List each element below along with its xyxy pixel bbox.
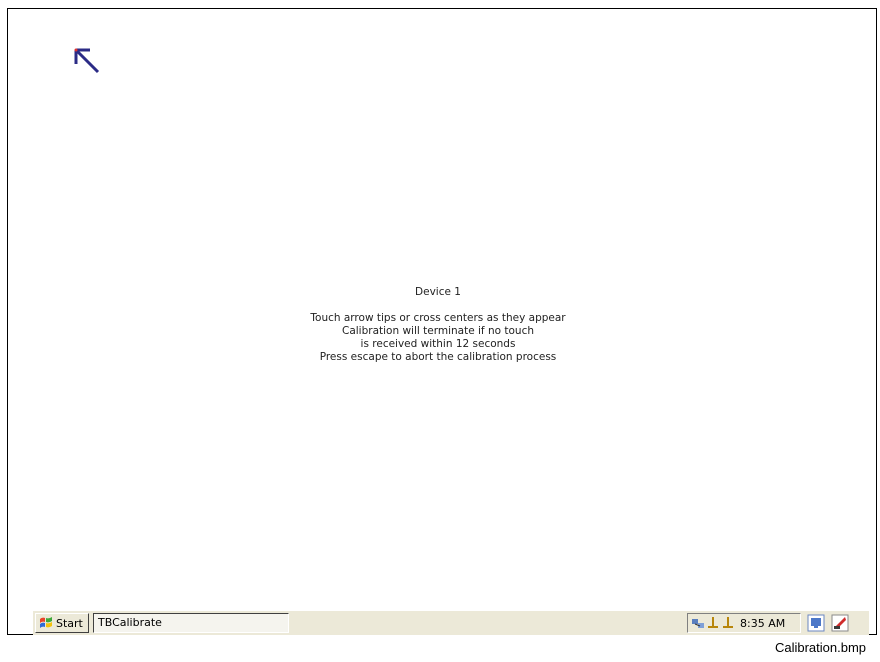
- desktop-icon[interactable]: [807, 614, 825, 632]
- system-tray: 8:35 AM: [687, 613, 801, 633]
- usb-icon[interactable]: [721, 616, 735, 630]
- calibration-arrow-icon[interactable]: [72, 46, 104, 78]
- start-label: Start: [56, 616, 83, 630]
- taskbar: Start TBCalibrate 8:35 AM: [33, 610, 869, 635]
- calibration-screen[interactable]: Device 1 Touch arrow tips or cross cente…: [33, 15, 869, 635]
- instruction-line: Calibration will terminate if no touch: [342, 325, 534, 337]
- instruction-line: is received within 12 seconds: [360, 338, 516, 350]
- taskbar-item-tbcalibrate[interactable]: TBCalibrate: [93, 613, 289, 633]
- figure-caption: Calibration.bmp: [774, 640, 866, 655]
- input-panel-icon[interactable]: [831, 614, 849, 632]
- network-icon[interactable]: [691, 616, 705, 630]
- instruction-block: Device 1 Touch arrow tips or cross cente…: [33, 286, 843, 364]
- device-label: Device 1: [415, 286, 461, 298]
- instruction-line: Touch arrow tips or cross centers as the…: [310, 312, 566, 324]
- usb-icon[interactable]: [706, 616, 720, 630]
- clock[interactable]: 8:35 AM: [740, 617, 785, 630]
- start-button[interactable]: Start: [35, 613, 89, 633]
- windows-flag-icon: [40, 617, 52, 628]
- instruction-line: Press escape to abort the calibration pr…: [319, 351, 557, 363]
